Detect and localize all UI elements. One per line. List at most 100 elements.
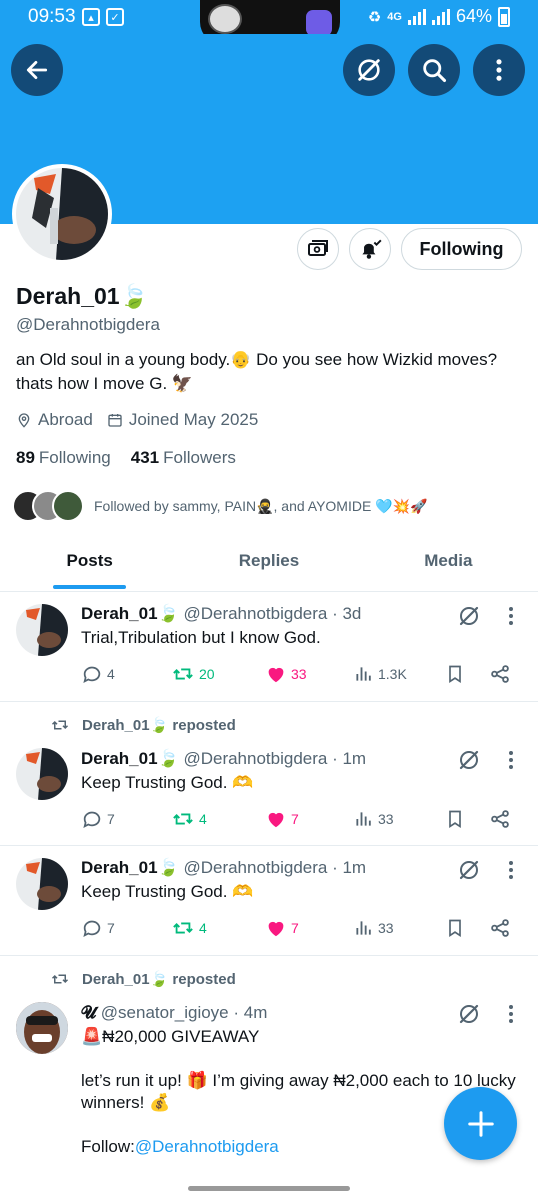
repost-count: 4 — [199, 920, 207, 936]
post-handle[interactable]: @Derahnotbigdera — [183, 858, 327, 877]
post-more-icon[interactable] — [502, 858, 520, 882]
post-handle[interactable]: @Derahnotbigdera — [183, 749, 327, 768]
share-button[interactable] — [489, 805, 511, 833]
post-author[interactable]: Derah_01🍃 — [81, 604, 179, 623]
tab-posts[interactable]: Posts — [0, 536, 179, 591]
like-count: 7 — [291, 920, 299, 936]
views-button[interactable]: 33 — [354, 914, 394, 942]
followers-link[interactable]: 431 Followers — [131, 448, 236, 468]
post-avatar[interactable] — [16, 1002, 68, 1054]
followers-count: 431 — [130, 448, 160, 467]
post[interactable]: Derah_01🍃 reposted 𝓤 @senator_igioye · 4… — [0, 956, 538, 1200]
location-text: Abroad — [38, 410, 93, 429]
reposted-by-text[interactable]: Derah_01🍃 reposted — [82, 970, 236, 988]
plus-icon — [467, 1110, 494, 1137]
repost-count: 20 — [199, 666, 215, 682]
post-more-icon[interactable] — [502, 748, 520, 772]
following-button[interactable]: Following — [401, 228, 522, 270]
profile-meta: Abroad Joined May 2025 — [16, 410, 272, 430]
following-link[interactable]: 89 Following — [16, 448, 111, 468]
reply-button[interactable]: 4 — [81, 660, 115, 688]
more-options-button[interactable] — [473, 44, 525, 96]
grok-icon — [358, 59, 380, 81]
calendar-icon — [108, 414, 122, 427]
reposted-by-text[interactable]: Derah_01🍃 reposted — [82, 716, 236, 734]
views-button[interactable]: 1.3K — [354, 660, 407, 688]
profile-avatar[interactable] — [12, 164, 112, 264]
recycle-icon: ♻ — [367, 8, 382, 26]
follow-counts: 89 Following 431 Followers — [16, 448, 236, 468]
reply-button[interactable]: 7 — [81, 914, 115, 942]
views-count: 1.3K — [378, 666, 407, 682]
post-handle[interactable]: @Derahnotbigdera — [183, 604, 327, 623]
post-more-icon[interactable] — [502, 1002, 520, 1026]
bookmark-button[interactable] — [445, 914, 465, 942]
avatar-image — [16, 1002, 68, 1054]
search-icon — [423, 59, 447, 83]
screen-capture-icon — [306, 10, 332, 36]
views-icon — [356, 667, 371, 681]
post[interactable]: Derah_01🍃 @Derahnotbigdera · 1m Keep Tru… — [0, 846, 538, 956]
status-right-icons: ♻ 4G 64% — [368, 6, 510, 27]
post-avatar[interactable] — [16, 858, 68, 910]
post[interactable]: Derah_01🍃 reposted Derah_01🍃 @Derahnotbi… — [0, 702, 538, 846]
notifications-button[interactable] — [349, 228, 391, 270]
post[interactable]: Derah_01🍃 @Derahnotbigdera · 3d Trial,Tr… — [0, 592, 538, 702]
reply-button[interactable]: 7 — [81, 805, 115, 833]
like-button[interactable]: 7 — [265, 805, 299, 833]
post-header: Derah_01🍃 @Derahnotbigdera · 1m — [81, 858, 366, 878]
search-button[interactable] — [408, 44, 460, 96]
bookmark-icon — [449, 665, 461, 684]
money-icon — [308, 240, 328, 256]
post-more-icon[interactable] — [502, 604, 520, 628]
home-indicator[interactable] — [188, 1186, 350, 1191]
repost-button[interactable]: 20 — [171, 660, 215, 688]
like-button[interactable]: 7 — [265, 914, 299, 942]
arrow-left-icon — [26, 61, 48, 79]
bookmark-icon — [449, 810, 461, 829]
tab-media[interactable]: Media — [359, 536, 538, 591]
display-name: Derah_01🍃 — [16, 283, 149, 309]
avatar-image — [16, 168, 108, 260]
grok-button[interactable] — [343, 44, 395, 96]
bookmark-button[interactable] — [445, 805, 465, 833]
post-author[interactable]: Derah_01🍃 — [81, 858, 179, 877]
reply-count: 7 — [107, 811, 115, 827]
share-button[interactable] — [489, 914, 511, 942]
grok-icon[interactable] — [457, 748, 481, 772]
follow-prefix: Follow: — [81, 1137, 135, 1156]
post-text-line: 🚨₦20,000 GIVEAWAY — [81, 1027, 260, 1046]
heart-icon — [268, 812, 284, 828]
repost-button[interactable]: 4 — [171, 805, 207, 833]
bookmark-button[interactable] — [445, 660, 465, 688]
post-avatar[interactable] — [16, 604, 68, 656]
post-avatar[interactable] — [16, 748, 68, 800]
post-author[interactable]: Derah_01🍃 — [81, 749, 179, 768]
views-button[interactable]: 33 — [354, 805, 394, 833]
followed-by[interactable]: Followed by sammy, PAIN🥷, and AYOMIDE 🩵💥… — [12, 490, 427, 522]
repost-button[interactable]: 4 — [171, 914, 207, 942]
repost-count: 4 — [199, 811, 207, 827]
post-header: Derah_01🍃 @Derahnotbigdera · 1m — [81, 749, 366, 769]
grok-icon[interactable] — [457, 858, 481, 882]
views-count: 33 — [378, 920, 394, 936]
gallery-icon: ▴ — [82, 8, 100, 26]
repost-icon — [51, 974, 69, 984]
back-button[interactable] — [11, 44, 63, 96]
post-header: Derah_01🍃 @Derahnotbigdera · 3d — [81, 604, 361, 624]
like-button[interactable]: 33 — [265, 660, 307, 688]
mention-link[interactable]: @Derahnotbigdera — [135, 1137, 279, 1156]
tab-replies[interactable]: Replies — [179, 536, 358, 591]
signal-icon — [407, 8, 426, 25]
join-date-text: Joined May 2025 — [128, 410, 259, 429]
share-button[interactable] — [489, 660, 511, 688]
views-count: 33 — [378, 811, 394, 827]
profile-tabs: Posts Replies Media — [0, 536, 538, 592]
post-handle[interactable]: @senator_igioye — [101, 1003, 229, 1022]
grok-icon[interactable] — [457, 1002, 481, 1026]
tip-button[interactable] — [297, 228, 339, 270]
profile-bio: an Old soul in a young body.👴 Do you see… — [16, 350, 498, 393]
grok-icon[interactable] — [457, 604, 481, 628]
compose-post-button[interactable] — [444, 1087, 517, 1160]
post-author[interactable]: 𝓤 — [81, 1003, 96, 1022]
